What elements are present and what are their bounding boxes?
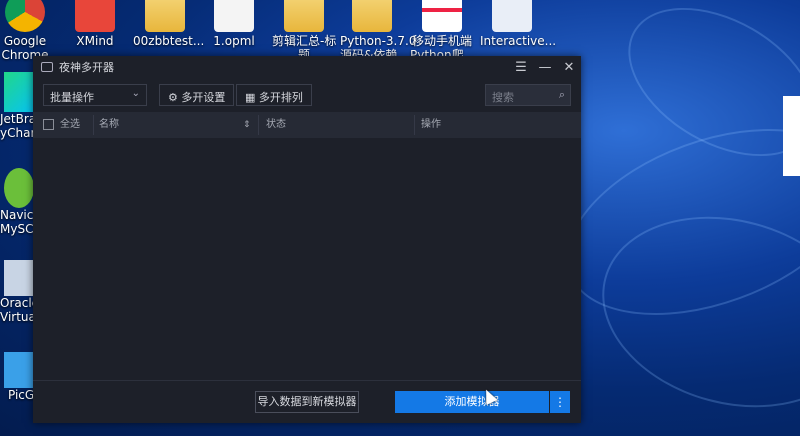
multi-settings-button[interactable]: ⚙ 多开设置 xyxy=(159,84,235,106)
window-title: 夜神多开器 xyxy=(59,61,114,74)
close-button[interactable]: ✕ xyxy=(557,60,581,75)
column-header-name[interactable]: 名称 xyxy=(99,112,119,138)
desktop-icon-label: 1.opml xyxy=(213,34,255,48)
multi-settings-label: 多开设置 xyxy=(181,91,226,104)
batch-operation-select[interactable]: 批量操作 ⌄ xyxy=(43,84,147,106)
search-icon[interactable]: ⌕ xyxy=(559,88,565,102)
table-header: 全选 名称 ⇕ 状态 操作 xyxy=(33,112,581,138)
desktop-icon-chrome[interactable]: Google Chrome xyxy=(0,0,57,62)
column-divider xyxy=(414,115,415,135)
document-icon xyxy=(422,0,462,32)
toolbar: 批量操作 ⌄ ⚙ 多开设置 ▦ 多开排列 搜索 ⌕ xyxy=(43,84,571,106)
title-bar: 夜神多开器 ☰ — ✕ xyxy=(33,56,581,78)
menu-icon[interactable]: ☰ xyxy=(509,60,533,75)
background-window xyxy=(783,96,800,176)
virtualbox-icon xyxy=(4,260,34,296)
multi-arrange-label: 多开排列 xyxy=(258,91,303,104)
desktop-icon-mobile-python[interactable]: 移动手机端 Python爬... xyxy=(410,0,475,62)
chevron-down-icon: ⌄ xyxy=(131,88,140,99)
sort-icon[interactable]: ⇕ xyxy=(243,112,251,138)
column-header-status: 状态 xyxy=(266,119,286,130)
column-header-action: 操作 xyxy=(421,119,441,130)
document-icon xyxy=(214,0,254,32)
chrome-icon xyxy=(5,0,45,32)
column-divider xyxy=(93,115,94,135)
multi-arrange-button[interactable]: ▦ 多开排列 xyxy=(236,84,312,106)
desktop-icon-00zbbtest[interactable]: 00zbbtest... xyxy=(133,0,204,48)
select-all-checkbox[interactable] xyxy=(43,119,54,130)
gear-icon: ⚙ xyxy=(168,91,178,104)
select-all-label: 全选 xyxy=(60,119,80,130)
search-input[interactable]: 搜索 ⌕ xyxy=(485,84,571,106)
more-options-button[interactable]: ⋮ xyxy=(550,391,570,413)
pycharm-icon xyxy=(4,72,34,112)
add-emulator-button[interactable]: 添加模拟器 xyxy=(395,391,549,413)
desktop-icon-label: Interactive... xyxy=(480,34,557,48)
desktop-icon-opml[interactable]: 1.opml xyxy=(202,0,266,48)
desktop-icon-xmind[interactable]: XMind xyxy=(63,0,127,48)
desktop-icon-label: 00zbbtest... xyxy=(133,34,205,48)
desktop-icon-label: XMind xyxy=(76,34,114,48)
footer: 导入数据到新模拟器 添加模拟器 ⋮ xyxy=(33,380,581,423)
picgo-icon xyxy=(4,352,34,388)
desktop-icon-python-src[interactable]: Python-3.7.0 源码&依赖... xyxy=(340,0,416,62)
folder-icon xyxy=(352,0,392,32)
search-placeholder: 搜索 xyxy=(492,91,514,104)
column-divider xyxy=(258,115,259,135)
folder-icon xyxy=(145,0,185,32)
desktop-icon-folder-clips[interactable]: 剪辑汇总-标 题 xyxy=(272,0,336,62)
arrange-icon: ▦ xyxy=(245,91,256,104)
desktop-icon-interactive[interactable]: Interactive... xyxy=(480,0,556,48)
multi-instance-manager-window: 夜神多开器 ☰ — ✕ 批量操作 ⌄ ⚙ 多开设置 ▦ 多开排列 搜索 ⌕ 全选… xyxy=(33,56,581,423)
folder-icon xyxy=(284,0,324,32)
import-data-button[interactable]: 导入数据到新模拟器 xyxy=(255,391,359,413)
minimize-button[interactable]: — xyxy=(533,60,557,75)
batch-operation-label: 批量操作 xyxy=(50,91,94,104)
desktop-icon-label: PicG xyxy=(8,388,35,402)
xmind-icon xyxy=(75,0,115,32)
app-logo-icon xyxy=(41,62,53,72)
navicat-icon xyxy=(4,168,34,208)
app-icon xyxy=(492,0,532,32)
